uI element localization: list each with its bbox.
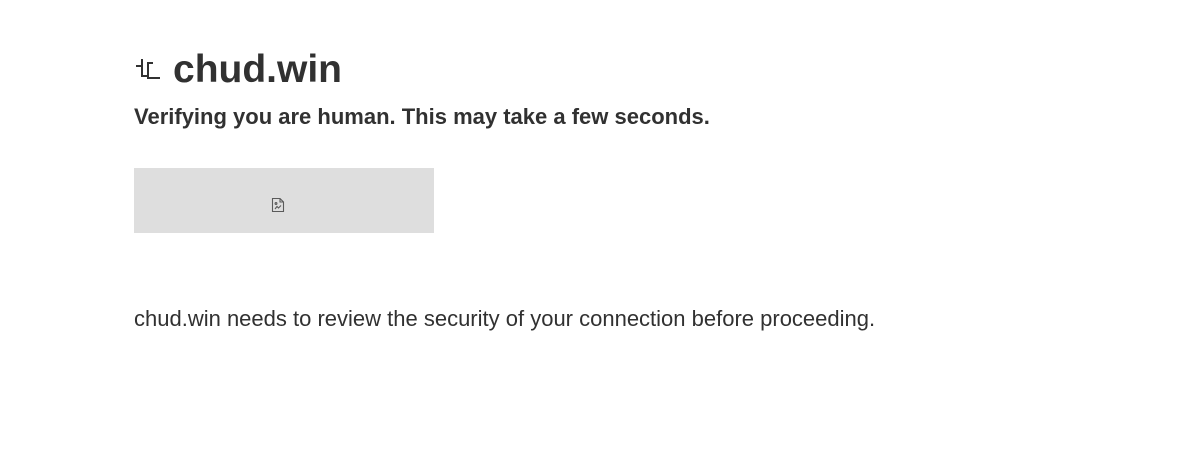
site-name: chud.win — [173, 48, 342, 91]
challenge-widget-frame[interactable] — [134, 168, 434, 233]
challenge-page: chud.win Verifying you are human. This m… — [0, 0, 1187, 470]
broken-frame-icon — [271, 197, 285, 213]
verification-subtitle: Verifying you are human. This may take a… — [134, 104, 710, 129]
security-description: chud.win needs to review the security of… — [134, 306, 876, 331]
broken-favicon-icon — [134, 54, 162, 86]
main-content: chud.win Verifying you are human. This m… — [134, 46, 1134, 331]
site-heading: chud.win — [134, 46, 1134, 94]
